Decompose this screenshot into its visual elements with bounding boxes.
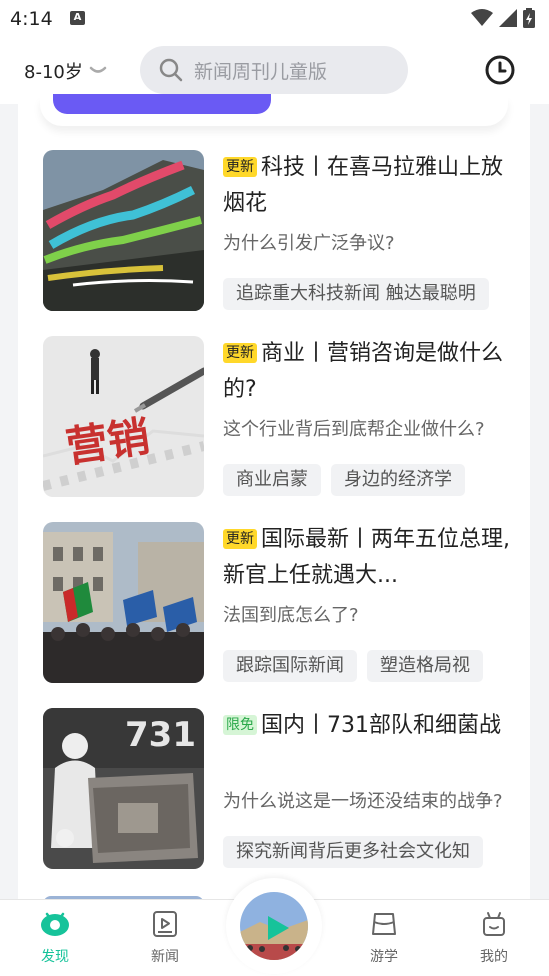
item-title-text: 科技丨在喜马拉雅山上放烟花	[223, 155, 504, 216]
age-selector-label: 8-10岁	[24, 62, 83, 83]
tab-me[interactable]: 我的	[459, 910, 529, 966]
featured-button-remnant[interactable]	[53, 94, 271, 114]
history-clock-icon[interactable]	[484, 54, 516, 86]
center-play-button[interactable]	[226, 878, 322, 974]
item-chips: 跟踪国际新闻 塑造格局视	[223, 650, 513, 684]
discover-icon	[41, 912, 69, 936]
item-text: 更新 商业丨营销咨询是做什么的? 这个行业背后到底帮企业做什么? 商业启蒙 身边的经…	[223, 336, 513, 498]
tab-news[interactable]: 新闻	[130, 910, 200, 966]
item-text: 更新 国际最新丨两年五位总理,新官上任就遇大... 法国到底怎么了? 跟踪国际新闻…	[223, 522, 513, 684]
system-icons	[471, 8, 535, 28]
item-title-text: 国内丨731部队和细菌战	[261, 713, 501, 738]
topic-chip[interactable]: 追踪重大科技新闻 触达最聪明	[223, 278, 489, 310]
tab-travel[interactable]: 游学	[349, 910, 419, 966]
list-item[interactable]: 营销 更新 商业丨营销咨询是做什么的? 这个行业背后到底帮企业做什么? 商业启蒙身…	[43, 336, 513, 498]
item-subtitle: 这个行业背后到底帮企业做什么?	[223, 419, 485, 440]
update-badge: 更新	[223, 343, 257, 363]
tab-discover[interactable]: 发现	[20, 910, 90, 966]
status-time: 4:14	[10, 8, 53, 30]
item-title: 限免 国内丨731部队和细菌战	[223, 708, 513, 780]
topic-chip[interactable]: 身边的经济学	[331, 464, 465, 496]
age-selector[interactable]: 8-10岁	[24, 58, 107, 84]
thumbnail-protest	[43, 522, 204, 683]
status-bar: 4:14 A	[0, 0, 549, 36]
search-input[interactable]: 新闻周刊儿童版	[140, 46, 408, 94]
tab-travel-label: 游学	[370, 949, 398, 965]
item-title-text: 国际最新丨两年五位总理,新官上任就遇大...	[223, 527, 510, 588]
signal-icon	[499, 9, 517, 27]
topic-chip[interactable]: 塑造格局视	[367, 650, 483, 682]
museum-image-text: 731	[125, 715, 196, 755]
search-placeholder: 新闻周刊儿童版	[194, 60, 328, 83]
list-item[interactable]: 更新 国际最新丨两年五位总理,新官上任就遇大... 法国到底怎么了? 跟踪国际新闻…	[43, 522, 513, 684]
item-title: 更新 科技丨在喜马拉雅山上放烟花	[223, 150, 513, 222]
news-list: 更新 科技丨在喜马拉雅山上放烟花 为什么引发广泛争议? 追踪重大科技新闻 触达最聪…	[18, 94, 530, 904]
profile-robot-icon	[483, 912, 505, 936]
search-icon	[159, 58, 183, 82]
wifi-icon	[471, 9, 493, 26]
thumbnail-marketing: 营销	[43, 336, 204, 497]
battery-icon	[523, 8, 535, 28]
play-icon	[268, 916, 289, 940]
item-text: 限免 国内丨731部队和细菌战 为什么说这是一场还没结束的战争? 探究新闻背后更多…	[223, 708, 513, 870]
update-badge: 更新	[223, 157, 257, 177]
news-video-icon	[153, 911, 177, 937]
item-title: 更新 商业丨营销咨询是做什么的?	[223, 336, 513, 408]
update-badge: 更新	[223, 529, 257, 549]
thumbnail-mountain-fireworks	[43, 150, 204, 311]
item-subtitle: 为什么引发广泛争议?	[223, 233, 395, 254]
tab-news-label: 新闻	[151, 949, 179, 965]
item-chips: 商业启蒙 身边的经济学	[223, 464, 513, 498]
notification-a-icon: A	[70, 11, 85, 25]
topic-chip[interactable]: 商业启蒙	[223, 464, 321, 496]
tab-discover-label: 发现	[41, 949, 69, 965]
list-item[interactable]: 731 限免 国内丨731部队和细菌战 为什么说这是一场还没结束的战争? 探究新闻…	[43, 708, 513, 870]
free-badge: 限免	[223, 715, 257, 735]
thumbnail-731-museum: 731	[43, 708, 204, 869]
tab-me-label: 我的	[480, 949, 508, 965]
topic-chip[interactable]: 探究新闻背后更多社会文化知	[223, 836, 483, 868]
item-chips: 追踪重大科技新闻 触达最聪明	[223, 278, 513, 312]
travel-bag-icon	[372, 913, 396, 935]
item-title-text: 商业丨营销咨询是做什么的?	[223, 341, 504, 402]
item-subtitle: 为什么说这是一场还没结束的战争?	[223, 791, 503, 812]
item-chips: 探究新闻背后更多社会文化知	[223, 836, 513, 870]
topic-chip[interactable]: 跟踪国际新闻	[223, 650, 357, 682]
item-subtitle: 法国到底怎么了?	[223, 605, 359, 626]
item-text: 更新 科技丨在喜马拉雅山上放烟花 为什么引发广泛争议? 追踪重大科技新闻 触达最聪…	[223, 150, 513, 312]
list-item[interactable]: 更新 科技丨在喜马拉雅山上放烟花 为什么引发广泛争议? 追踪重大科技新闻 触达最聪…	[43, 150, 513, 312]
item-title: 更新 国际最新丨两年五位总理,新官上任就遇大...	[223, 522, 513, 594]
chevron-down-icon	[89, 66, 107, 73]
